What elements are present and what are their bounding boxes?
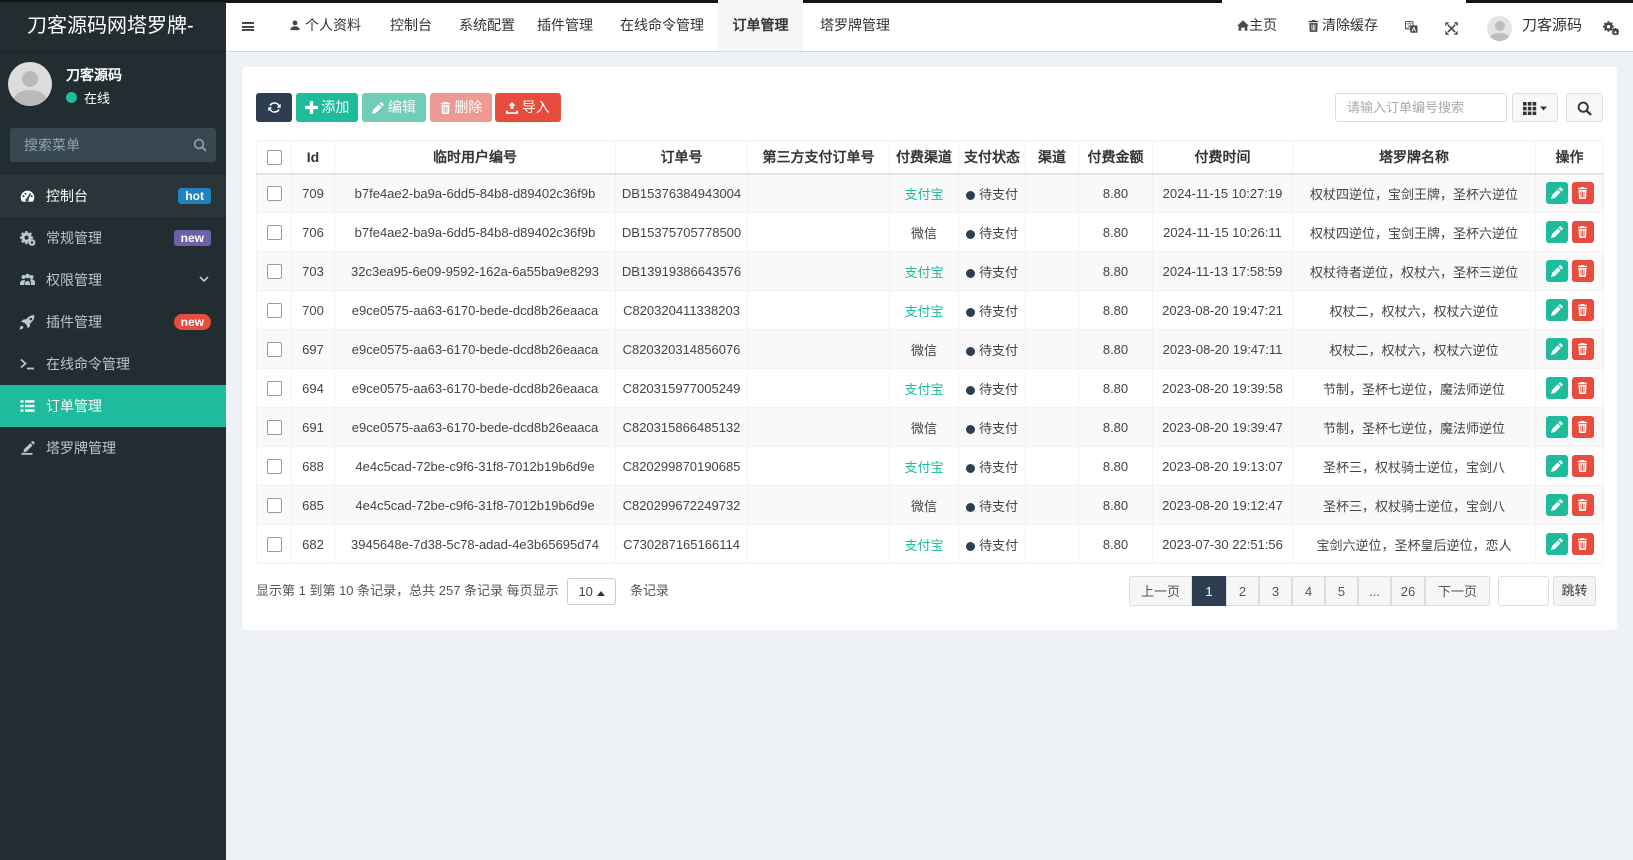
- svg-text:A: A: [1412, 26, 1417, 33]
